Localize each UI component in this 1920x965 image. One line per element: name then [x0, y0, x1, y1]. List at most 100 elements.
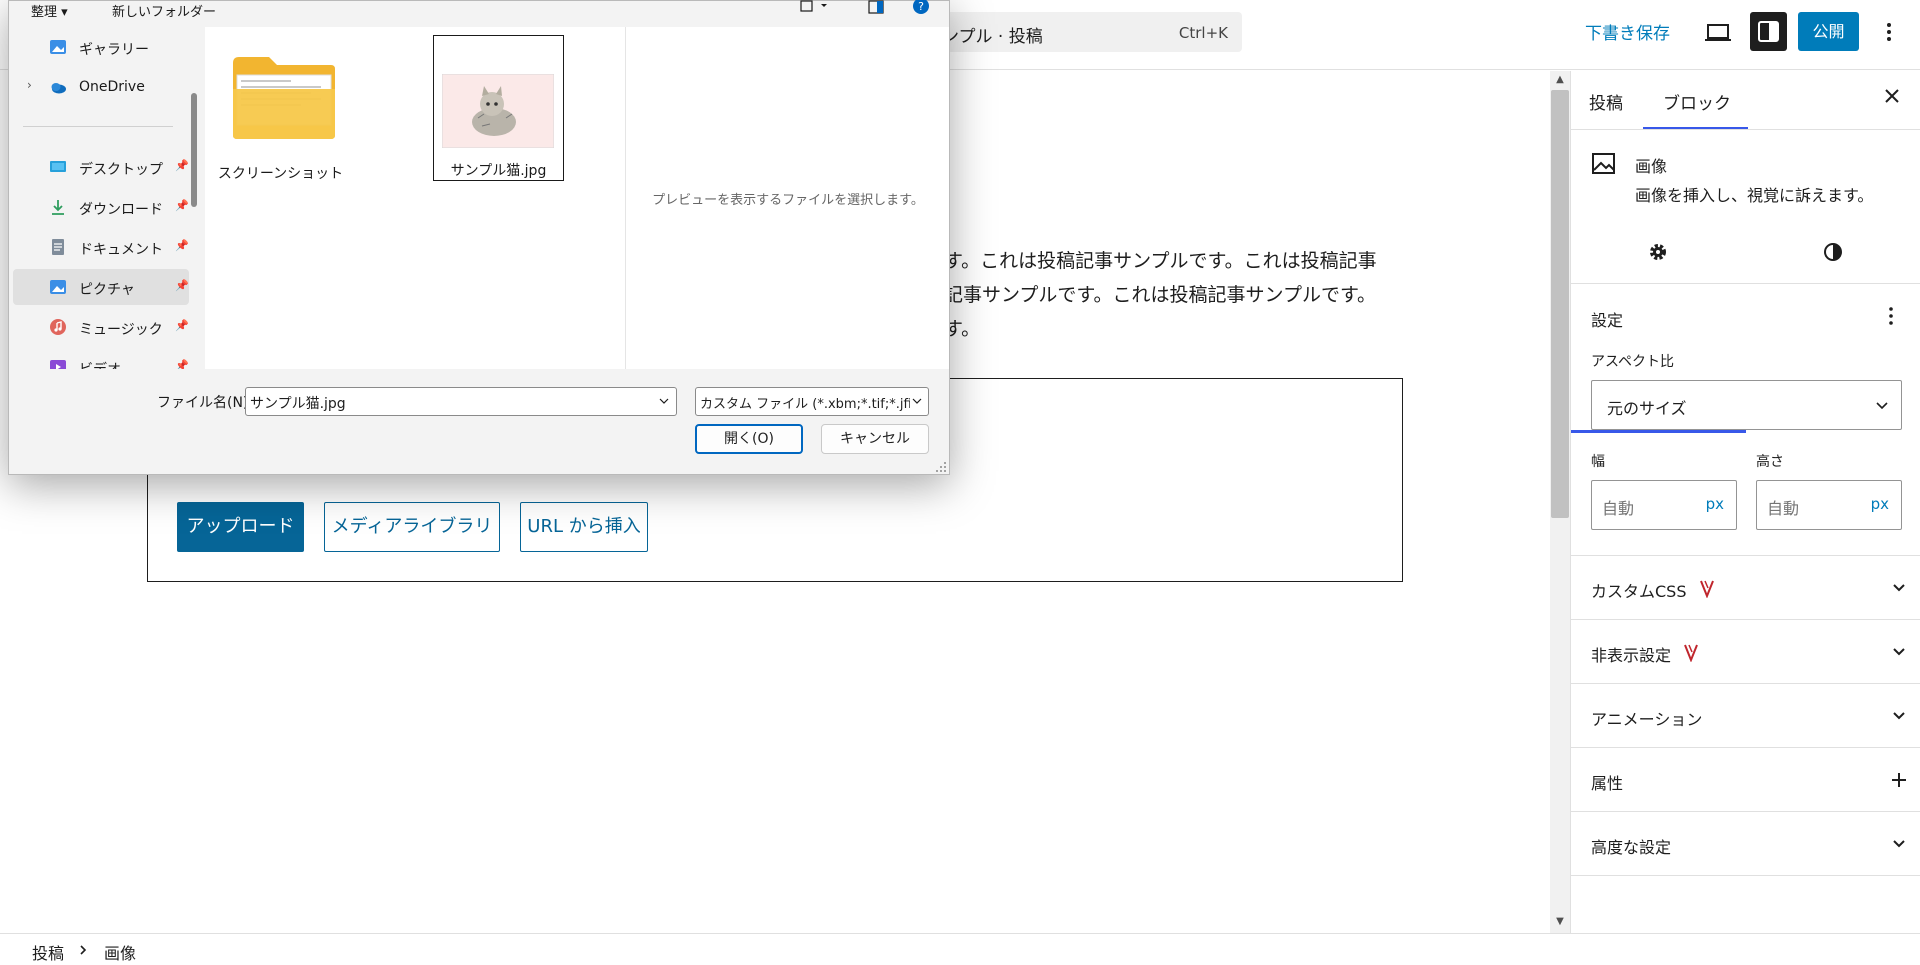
chevron-down-icon	[1893, 584, 1905, 592]
divider	[1571, 283, 1920, 284]
panel-attributes[interactable]: 属性	[1571, 748, 1920, 812]
breadcrumb-item-image[interactable]: 画像	[104, 940, 136, 964]
height-unit[interactable]: px	[1871, 495, 1889, 513]
nav-item-pictures[interactable]: ピクチャ 📌	[13, 269, 189, 305]
height-input[interactable]: 自動 px	[1756, 480, 1902, 530]
aspect-ratio-value: 元のサイズ	[1607, 399, 1687, 418]
more-vertical-icon	[1889, 307, 1893, 325]
block-description: 画像を挿入し、視覚に訴えます。	[1635, 186, 1874, 205]
organize-menu[interactable]: 整理 ▾	[31, 1, 68, 20]
upload-button[interactable]: アップロード	[177, 502, 304, 552]
file-sample-cat-jpg[interactable]: サンプル猫.jpg	[433, 35, 564, 181]
chevron-down-icon[interactable]	[658, 395, 670, 407]
preview-message: プレビューを表示するファイルを選択します。	[652, 193, 924, 208]
tab-settings[interactable]	[1571, 221, 1746, 433]
folder-screenshots[interactable]: スクリーンショット	[215, 37, 346, 183]
screen: ンプル · 投稿 Ctrl+K 下書き保存 公開 す。これは投稿記事サンプルです…	[0, 0, 1920, 965]
panel-label: 非表示設定	[1591, 646, 1672, 665]
paragraph-line-2[interactable]: 記事サンプルです。これは投稿記事サンプルです。	[944, 279, 1376, 312]
file-label: スクリーンショット	[217, 166, 344, 182]
nav-item-music[interactable]: ミュージック 📌	[13, 309, 189, 345]
expand-chevron-icon[interactable]: ›	[27, 78, 32, 92]
nav-label: ピクチャ	[79, 282, 135, 298]
plugin-badge-icon	[1700, 580, 1714, 598]
open-button[interactable]: 開く(O)	[695, 424, 803, 454]
nav-item-downloads[interactable]: ダウンロード 📌	[13, 189, 189, 225]
panel-label: 属性	[1591, 774, 1624, 793]
nav-label: デスクトップ	[79, 162, 163, 178]
nav-divider	[23, 126, 173, 127]
download-icon	[52, 200, 64, 215]
nav-item-documents[interactable]: ドキュメント 📌	[13, 229, 189, 265]
nav-item-desktop[interactable]: デスクトップ 📌	[13, 149, 189, 185]
filename-value: サンプル猫.jpg	[250, 396, 346, 412]
width-placeholder: 自動	[1602, 499, 1635, 518]
organize-label: 整理	[31, 5, 58, 20]
close-sidebar-button[interactable]	[1881, 85, 1903, 113]
resize-grip-icon[interactable]	[935, 461, 947, 473]
pin-icon: 📌	[175, 199, 189, 212]
contrast-icon	[1824, 243, 1842, 261]
pin-icon: 📌	[175, 279, 189, 292]
help-icon: ?	[913, 0, 929, 14]
pin-icon: 📌	[175, 239, 189, 252]
filetype-select[interactable]: カスタム ファイル (*.xbm;*.tif;*.jfif;*.pjp	[695, 387, 929, 416]
command-shortcut: Ctrl+K	[1178, 24, 1228, 42]
cancel-button[interactable]: キャンセル	[821, 424, 929, 454]
nav-item-onedrive[interactable]: › OneDrive	[13, 69, 189, 105]
tab-styles[interactable]	[1746, 221, 1920, 283]
settings-toggle-button[interactable]	[1750, 12, 1787, 51]
panel-animation[interactable]: アニメーション	[1571, 684, 1920, 748]
tab-post[interactable]: 投稿	[1589, 89, 1623, 114]
panel-label: カスタムCSS	[1591, 582, 1687, 601]
navigation-pane[interactable]: ギャラリー › OneDrive デスクトップ 📌 ダウンロード 📌 ドキュメン…	[9, 27, 201, 369]
panel-advanced[interactable]: 高度な設定	[1571, 812, 1920, 876]
options-menu-button[interactable]	[1878, 16, 1900, 48]
settings-sidebar: 投稿 ブロック 画像 画像を挿入し、視覚に訴えます。 設定 アスペクト比 元のサ…	[1570, 71, 1920, 933]
new-folder-button[interactable]: 新しいフォルダー	[112, 1, 216, 20]
nav-item-videos[interactable]: ビデオ 📌	[13, 349, 189, 369]
plugin-badge-icon	[1684, 644, 1698, 662]
pin-icon: 📌	[175, 159, 189, 172]
settings-section-label: 設定	[1591, 311, 1624, 330]
save-draft-button[interactable]: 下書き保存	[1585, 19, 1670, 44]
insert-from-url-button[interactable]: URL から挿入	[520, 502, 648, 552]
media-library-button[interactable]: メディアライブラリ	[324, 502, 500, 552]
breadcrumb-item-post[interactable]: 投稿	[32, 940, 64, 964]
chevron-down-icon	[911, 395, 923, 407]
video-icon	[50, 360, 66, 369]
preview-button[interactable]	[1702, 18, 1734, 46]
panel-visibility[interactable]: 非表示設定	[1571, 620, 1920, 684]
file-list-pane[interactable]: スクリーンショット サンプル猫.jpg	[205, 27, 625, 369]
laptop-icon	[1705, 24, 1731, 41]
nav-scrollbar-thumb[interactable]	[191, 93, 197, 207]
publish-button[interactable]: 公開	[1798, 12, 1859, 51]
width-unit[interactable]: px	[1706, 495, 1724, 513]
nav-label: ミュージック	[79, 322, 163, 338]
paragraph-line-1[interactable]: す。これは投稿記事サンプルです。これは投稿記事	[944, 245, 1377, 278]
close-icon	[1885, 89, 1899, 103]
canvas-scrollbar-thumb[interactable]	[1551, 90, 1569, 518]
width-input[interactable]: 自動 px	[1591, 480, 1737, 530]
tab-block[interactable]: ブロック	[1663, 89, 1731, 114]
view-icon	[800, 0, 827, 12]
preview-pane-toggle[interactable]	[867, 0, 885, 18]
command-palette[interactable]: ンプル · 投稿 Ctrl+K	[900, 12, 1242, 52]
filename-input[interactable]: サンプル猫.jpg	[245, 387, 677, 416]
chevron-down-icon	[1893, 648, 1905, 656]
settings-options-button[interactable]	[1881, 304, 1901, 328]
nav-item-gallery[interactable]: ギャラリー	[13, 29, 189, 65]
filename-label: ファイル名(N):	[157, 395, 254, 411]
view-menu[interactable]	[799, 0, 829, 18]
nav-label: ドキュメント	[79, 242, 163, 258]
scroll-down-arrow-icon[interactable]: ▼	[1553, 916, 1567, 927]
scroll-up-arrow-icon[interactable]: ▲	[1553, 74, 1567, 85]
folder-icon	[233, 57, 335, 139]
nav-label: ビデオ	[79, 359, 121, 369]
panel-custom-css[interactable]: カスタムCSS	[1571, 556, 1920, 620]
chevron-down-icon	[1876, 402, 1888, 410]
help-button[interactable]: ?	[912, 0, 930, 19]
preview-pane: プレビューを表示するファイルを選択します。	[625, 27, 949, 369]
aspect-ratio-select[interactable]: 元のサイズ	[1591, 380, 1902, 430]
panel-label: 高度な設定	[1591, 838, 1672, 857]
